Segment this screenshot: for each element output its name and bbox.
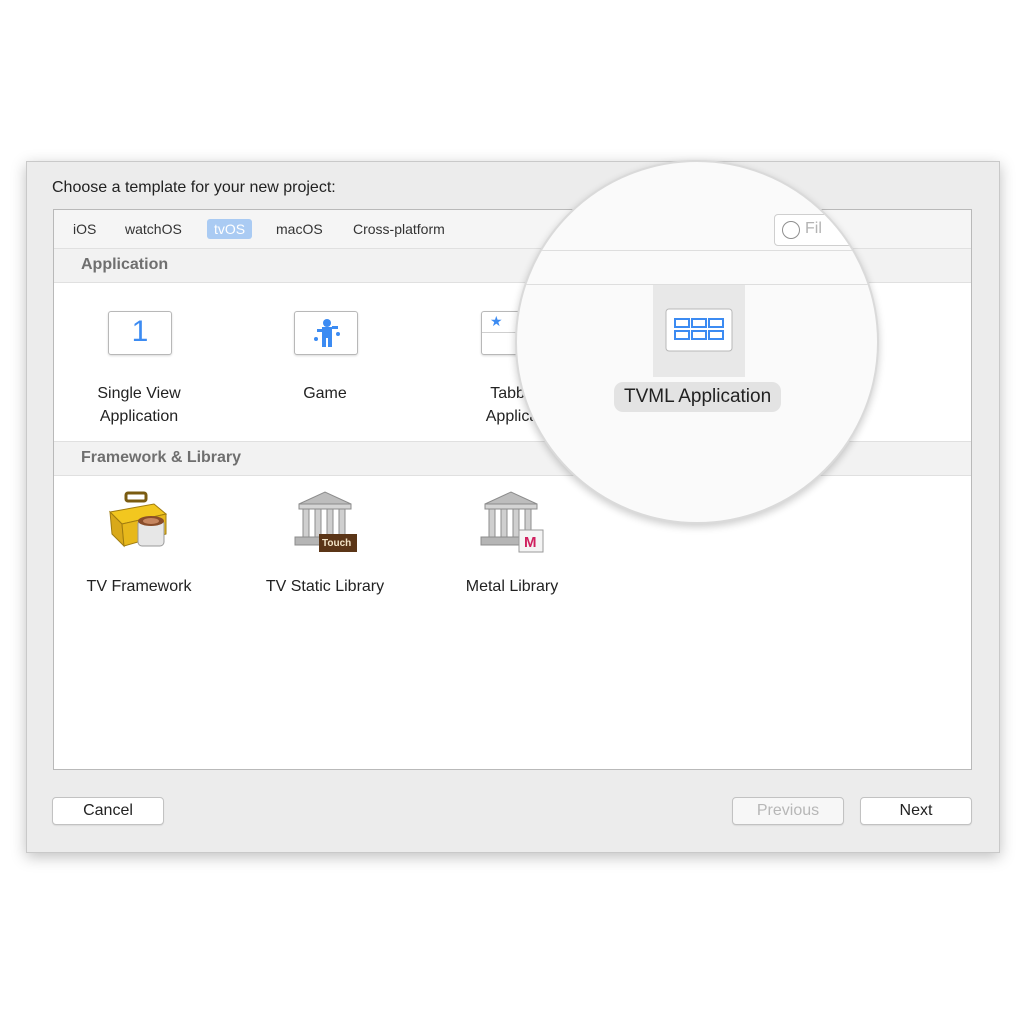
tab-watchos[interactable]: watchOS — [118, 219, 189, 239]
tab-ios[interactable]: iOS — [66, 219, 103, 239]
previous-button[interactable]: Previous — [732, 797, 844, 825]
tab-macos[interactable]: macOS — [269, 219, 330, 239]
template-label: TV Static Library — [265, 578, 385, 595]
tvml-icon[interactable] — [665, 308, 733, 352]
template-label: Metal Library — [465, 578, 559, 595]
next-button[interactable]: Next — [860, 797, 972, 825]
template-label: Single View — [97, 385, 181, 402]
template-tv-framework[interactable]: TV Framework — [54, 575, 224, 598]
magnified-divider — [517, 250, 877, 251]
magnifier-callout: Fil TVML Application — [515, 160, 879, 524]
single-view-glyph: 1 — [131, 315, 149, 348]
toolbox-icon[interactable] — [106, 490, 172, 556]
star-icon: ★ — [490, 313, 503, 329]
template-metal-library[interactable]: Metal Library — [427, 575, 597, 598]
touch-badge: Touch — [322, 538, 352, 549]
metal-library-icon[interactable] — [479, 490, 551, 556]
cancel-button[interactable]: Cancel — [52, 797, 164, 825]
metal-badge: M — [524, 534, 537, 551]
game-icon[interactable] — [294, 311, 358, 355]
filter-search-field[interactable]: Fil — [774, 214, 877, 246]
section-label: Framework & Library — [81, 449, 242, 466]
template-single-view[interactable]: Single View Application — [54, 382, 224, 428]
template-game[interactable]: Game — [240, 382, 410, 405]
section-label: Application — [81, 256, 169, 273]
game-sprite-icon — [314, 319, 340, 347]
template-label: Application — [99, 408, 179, 425]
single-view-icon[interactable]: 1 — [108, 311, 172, 355]
tvml-application-label[interactable]: TVML Application — [614, 382, 782, 412]
dialog-title: Choose a template for your new project: — [52, 179, 336, 196]
filter-icon — [782, 221, 800, 239]
template-tv-static-library[interactable]: TV Static Library — [240, 575, 410, 598]
filter-placeholder: Fil — [805, 220, 822, 237]
template-label: TV Framework — [86, 578, 192, 595]
template-label: Game — [303, 385, 347, 402]
tab-cross-platform[interactable]: Cross-platform — [346, 219, 452, 239]
tab-tvos[interactable]: tvOS — [207, 219, 253, 239]
